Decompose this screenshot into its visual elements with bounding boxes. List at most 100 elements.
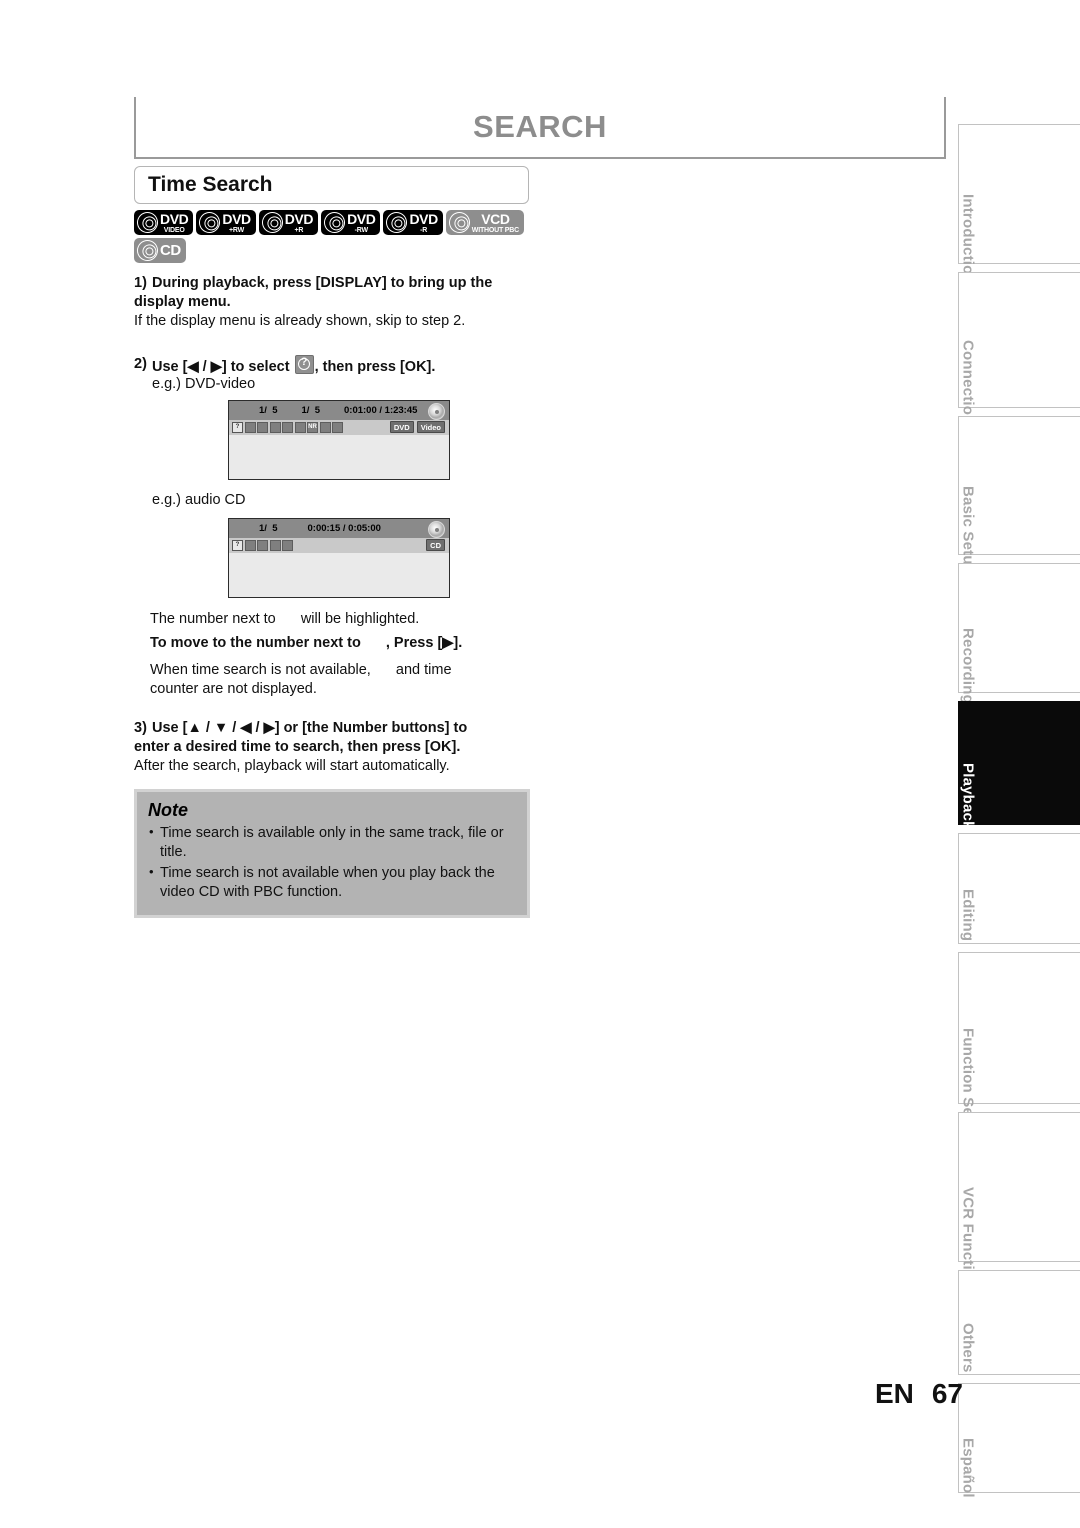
badge-sub-label: -R [420,226,428,234]
sidebar-item-function-setup[interactable]: Function Setup [958,952,1080,1140]
move-instruction-suffix: , Press [▶]. [385,635,463,651]
unavailable-note-line2: counter are not displayed. [150,681,317,698]
disc-badge-dvd-plus-r: DVD +R [258,209,319,236]
language-code: EN [874,1378,914,1409]
step-3-number: 3) [134,720,147,736]
picture-control-icon[interactable] [332,422,343,433]
zoom-icon[interactable] [319,422,331,433]
sidebar-item-label: Basic Setup [959,485,977,574]
sidebar-item-others[interactable]: Others [958,1270,1080,1375]
audio-icon[interactable] [244,540,256,551]
osd-icon-row: ? NR DVD Video [229,420,449,435]
osd-figure-dvd-video: 1/ 5 1/ 5 0:01:00 / 1:23:45 ? NR DVD Vid… [228,400,450,480]
time-search-icon[interactable]: ? [232,422,243,433]
osd-time-field: 0:01:00 / 1:23:45 [344,405,418,416]
osd-icon-row: ? CD [229,538,449,553]
step-1-detail: If the display menu is already shown, sk… [134,313,466,330]
badge-sub-label: WITHOUT PBC [471,226,519,234]
note-list: Time search is available only in the sam… [148,823,516,903]
osd-status-bar: 1/ 5 1/ 5 0:01:00 / 1:23:45 [229,401,449,420]
disc-badge-dvd-video: DVD VIDEO [134,209,194,236]
repeat-icon[interactable] [282,422,293,433]
time-search-icon-placeholder [365,634,382,649]
badge-sub-label: +R [294,226,304,234]
page-footer: EN 67 [0,1378,963,1410]
badge-sub-label: +RW [229,226,245,234]
disc-icon [258,209,286,236]
badge-row-1: DVD VIDEO DVD +RW DVD +R DVD -RW DVD -R … [134,209,554,236]
note-item: Time search is not available when you pl… [148,863,516,903]
sidebar-item-playback[interactable]: Playback [958,701,1080,830]
sidebar-item-label: Introduction [959,194,977,284]
marker-icon[interactable] [269,540,281,551]
step-3-bold-line2: enter a desired time to search, then pre… [134,739,461,756]
sidebar-item-label: Editing [959,888,977,941]
disc-badge-dvd-plus-rw: DVD +RW [196,209,256,236]
section-title: Time Search [148,173,273,196]
disc-icon [383,209,411,236]
marker-icon[interactable] [294,422,306,433]
osd-time-field: 0:00:15 / 0:05:00 [307,523,381,534]
osd-figure-audio-cd: 1/ 5 0:00:15 / 0:05:00 ? CD [228,518,450,598]
example-1-caption: e.g.) DVD-video [152,376,256,392]
step-2-number: 2) [134,356,147,372]
disc-badge-dvd-minus-r: DVD -R [383,209,443,236]
unavailable-note: When time search is not available, and t… [150,661,560,700]
osd-status-bar: 1/ 5 0:00:15 / 0:05:00 [229,519,449,538]
sidebar-item-basic-setup[interactable]: Basic Setup [958,416,1080,574]
noise-reduction-icon[interactable]: NR [307,422,318,433]
repeat-icon[interactable] [257,540,268,551]
disc-badge-dvd-minus-rw: DVD -RW [321,209,381,236]
time-search-icon-placeholder [375,661,392,676]
disc-compatibility-badges: DVD VIDEO DVD +RW DVD +R DVD -RW DVD -R … [134,209,554,266]
sidebar-item-label: Recording [959,628,977,704]
sidebar-item-editing[interactable]: Editing [958,833,1080,944]
disc-icon [445,209,473,236]
sidebar-item-introduction[interactable]: Introduction [958,124,1080,284]
note-box: Note Time search is available only in th… [134,789,530,919]
badge-sub-label: -RW [354,226,368,234]
badge-main-label: DVD [222,210,251,227]
disc-icon [134,237,161,264]
unavailable-note-prefix: When time search is not available, [150,662,371,678]
note-item: Time search is available only in the sam… [148,823,516,863]
osd-tag-content-type: Video [416,421,445,433]
disc-badge-cd: CD [134,237,186,264]
highlight-note-prefix: The number next to [150,611,276,627]
highlight-note: The number next to will be highlighted. [150,610,560,629]
sidebar-item-vcr-functions[interactable]: VCR Functions [958,1112,1080,1297]
step-3: 3) Use [▲ / ▼ / ◀ / ▶] or [the Number bu… [134,719,534,776]
badge-main-label: VCD [481,210,510,227]
step-1-bold-line1: During playback, press [DISPLAY] to brin… [152,275,493,291]
time-search-icon[interactable]: ? [232,540,243,551]
chapter-header: SEARCH [134,97,946,159]
subtitle-icon[interactable] [257,422,268,433]
angle-icon[interactable] [269,422,281,433]
sidebar-item-label: Español [959,1438,977,1498]
audio-icon[interactable] [244,422,256,433]
osd-tag-group: DVD Video [389,421,445,433]
note-title: Note [148,800,188,820]
disc-icon [134,209,161,236]
step-1-number: 1) [134,275,147,291]
time-search-icon [294,355,314,374]
picture-control-icon[interactable] [282,540,293,551]
badge-row-2: CD [134,237,554,264]
sidebar-item-label: Others [959,1322,977,1373]
sidebar-item-espanol[interactable]: Español [958,1383,1080,1498]
move-instruction: To move to the number next to , Press [▶… [150,634,560,653]
osd-tag-disc-type: CD [426,539,445,551]
osd-track-field: 1/ 5 [259,523,278,534]
page-number: 67 [931,1378,963,1409]
badge-main-label: DVD [409,210,438,227]
sidebar-item-connections[interactable]: Connections [958,272,1080,433]
move-instruction-prefix: To move to the number next to [150,635,361,651]
manual-page: SEARCH Time Search DVD VIDEO DVD +RW DVD… [0,0,1080,1528]
disc-badge-vcd-without-pbc: VCD WITHOUT PBC [445,209,524,236]
sidebar-item-recording[interactable]: Recording [958,563,1080,704]
sidebar-item-label: Playback [959,763,977,830]
unavailable-note-mid: and time [395,662,452,678]
osd-chapter-field: 1/ 5 [301,405,321,416]
step-3-detail: After the search, playback will start au… [134,758,450,775]
osd-title-field: 1/ 5 [259,405,278,416]
